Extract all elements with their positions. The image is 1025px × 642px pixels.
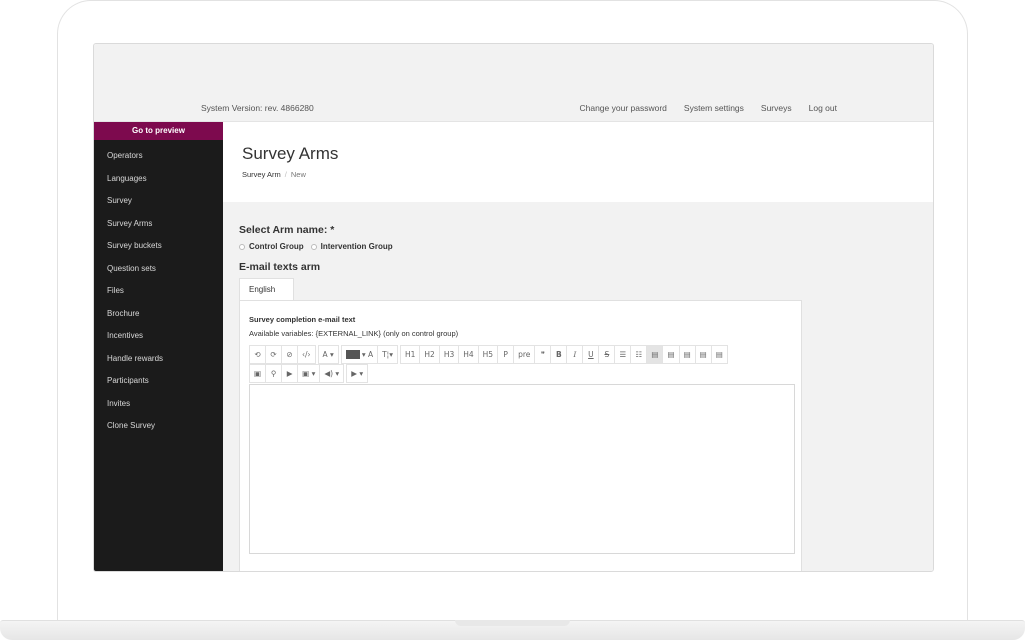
heading-3-button[interactable]: H3 xyxy=(438,345,460,364)
toolbar-row-2: ▣ ⚲ ▶ ▣ ▾ ◀) ▾ ▶ ▾ xyxy=(249,364,789,383)
radio-circle-icon[interactable] xyxy=(239,243,245,250)
page-header: Survey Arms Survey Arm / New xyxy=(223,122,933,202)
email-texts-heading: E-mail texts arm xyxy=(239,261,321,273)
audio-dropdown[interactable]: ◀) ▾ xyxy=(319,364,345,383)
sidebar-item-invites[interactable]: Invites xyxy=(94,393,223,416)
heading-4-button[interactable]: H4 xyxy=(458,345,479,364)
sidebar-item-participants[interactable]: Participants xyxy=(94,370,223,393)
heading-2-button[interactable]: H2 xyxy=(419,345,440,364)
italic-label: I xyxy=(573,350,577,359)
preformatted-button[interactable]: pre xyxy=(513,345,536,364)
change-password-link[interactable]: Change your password xyxy=(579,103,666,113)
field-label: Survey completion e-mail text xyxy=(249,315,356,324)
surveys-link[interactable]: Surveys xyxy=(761,103,792,113)
sidebar-item-survey-arms[interactable]: Survey Arms xyxy=(94,213,223,236)
italic-button[interactable]: I xyxy=(566,345,584,364)
available-variables-text: Available variables: {EXTERNAL_LINK} (on… xyxy=(249,329,459,338)
paragraph-button[interactable]: P xyxy=(497,345,515,364)
sidebar-item-handle-rewards[interactable]: Handle rewards xyxy=(94,348,223,371)
image-options-dropdown[interactable]: ▣ ▾ xyxy=(297,364,321,383)
undo-icon[interactable]: ⟲ xyxy=(249,345,266,364)
align-right-icon[interactable]: ▤ xyxy=(678,345,696,364)
sidebar-item-brochure[interactable]: Brochure xyxy=(94,303,223,326)
sidebar: Go to preview Operators Languages Survey… xyxy=(94,122,223,571)
redo-icon[interactable]: ⟳ xyxy=(265,345,282,364)
link-icon[interactable]: ⚲ xyxy=(265,364,283,383)
email-text-editor[interactable] xyxy=(249,384,795,554)
font-style-dropdown[interactable]: A ▾ xyxy=(317,345,339,364)
media-dropdown[interactable]: ▶ ▾ xyxy=(346,364,369,383)
control-group-label: Control Group xyxy=(249,242,304,251)
unordered-list-icon[interactable]: ☰ xyxy=(614,345,632,364)
tab-english[interactable]: English xyxy=(239,278,294,301)
font-size-dropdown[interactable]: T¦▾ xyxy=(377,345,398,364)
color-swatch-icon xyxy=(345,350,360,359)
page-title: Survey Arms xyxy=(242,144,339,163)
video-icon[interactable]: ▶ xyxy=(281,364,299,383)
code-view-icon[interactable]: ‹/› xyxy=(297,345,316,364)
intervention-group-radio[interactable]: Intervention Group xyxy=(310,242,393,251)
tab-panel: Survey completion e-mail text Available … xyxy=(239,300,802,571)
sidebar-item-languages[interactable]: Languages xyxy=(94,168,223,191)
underline-button[interactable]: U xyxy=(582,345,600,364)
align-center-icon[interactable]: ▤ xyxy=(662,345,680,364)
go-to-preview-button[interactable]: Go to preview xyxy=(94,122,223,140)
log-out-link[interactable]: Log out xyxy=(809,103,837,113)
strikethrough-label: S xyxy=(604,350,610,359)
breadcrumb-separator: / xyxy=(284,170,287,179)
bold-label: B xyxy=(556,350,562,359)
sidebar-item-question-sets[interactable]: Question sets xyxy=(94,258,223,281)
quote-icon[interactable]: ❞ xyxy=(534,345,552,364)
sidebar-item-operators[interactable]: Operators xyxy=(94,145,223,168)
main-content: Select Arm name: * Control Group Interve… xyxy=(223,202,933,571)
underline-label: U xyxy=(588,350,594,359)
app-window: System Version: rev. 4866280 Change your… xyxy=(93,43,934,572)
image-icon[interactable]: ▣ xyxy=(249,364,267,383)
editor-toolbar: ⟲ ⟳ ⊘ ‹/› A ▾ ▾ A T¦▾ H1 H2 H3 H4 H5 P p… xyxy=(249,345,789,383)
sidebar-item-survey-buckets[interactable]: Survey buckets xyxy=(94,235,223,258)
arm-radio-group: Control Group Intervention Group xyxy=(239,242,393,251)
arm-name-label: Select Arm name: * xyxy=(239,224,335,236)
sidebar-menu: Operators Languages Survey Survey Arms S… xyxy=(94,145,223,438)
radio-circle-icon[interactable] xyxy=(310,243,317,250)
breadcrumb-survey-arm[interactable]: Survey Arm xyxy=(242,170,281,179)
breadcrumb-current: New xyxy=(290,170,306,179)
sidebar-item-files[interactable]: Files xyxy=(94,280,223,303)
intervention-group-label: Intervention Group xyxy=(320,242,393,251)
text-color-dropdown[interactable]: ▾ A xyxy=(340,345,379,364)
heading-5-button[interactable]: H5 xyxy=(477,345,499,364)
text-color-label: ▾ A xyxy=(361,350,374,359)
ordered-list-icon[interactable]: ☷ xyxy=(630,345,648,364)
system-settings-link[interactable]: System settings xyxy=(684,103,744,113)
indent-icon[interactable]: ▤ xyxy=(710,345,728,364)
bold-button[interactable]: B xyxy=(550,345,568,364)
laptop-notch xyxy=(455,620,570,626)
control-group-radio[interactable]: Control Group xyxy=(239,242,304,251)
strikethrough-button[interactable]: S xyxy=(598,345,616,364)
sidebar-item-clone-survey[interactable]: Clone Survey xyxy=(94,415,223,438)
toolbar-row-1: ⟲ ⟳ ⊘ ‹/› A ▾ ▾ A T¦▾ H1 H2 H3 H4 H5 P p… xyxy=(249,345,789,364)
heading-1-button[interactable]: H1 xyxy=(399,345,421,364)
system-version: System Version: rev. 4866280 xyxy=(201,103,314,113)
top-nav: Change your password System settings Sur… xyxy=(579,103,837,113)
breadcrumb: Survey Arm / New xyxy=(242,170,306,179)
clear-format-icon[interactable]: ⊘ xyxy=(281,345,298,364)
align-left-icon[interactable]: ▤ xyxy=(646,345,664,364)
sidebar-item-incentives[interactable]: Incentives xyxy=(94,325,223,348)
sidebar-item-survey[interactable]: Survey xyxy=(94,190,223,213)
outdent-icon[interactable]: ▤ xyxy=(694,345,712,364)
top-bar: System Version: rev. 4866280 Change your… xyxy=(94,44,933,122)
